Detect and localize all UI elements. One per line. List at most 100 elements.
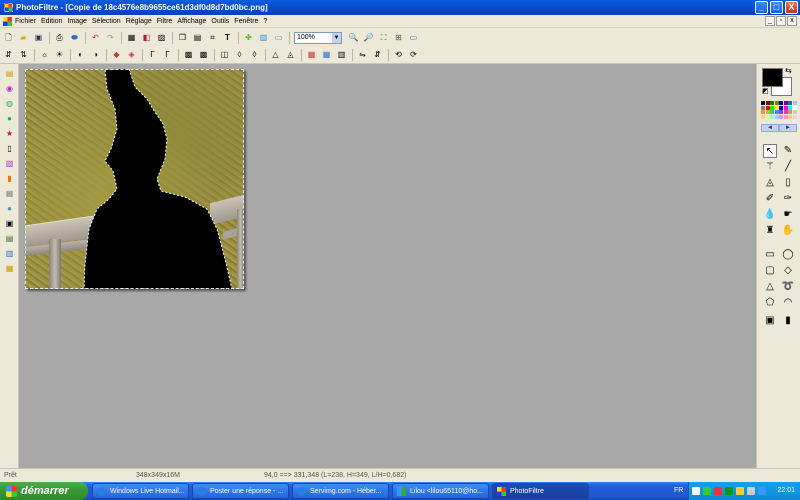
gamma-up-icon[interactable]: Γ bbox=[162, 50, 173, 61]
auto-levels-icon[interactable]: ⇵ bbox=[3, 50, 14, 61]
text-icon[interactable]: T bbox=[222, 32, 233, 43]
foreground-color-swatch[interactable] bbox=[762, 68, 783, 87]
diamond-shape-icon[interactable]: ◇ bbox=[781, 264, 795, 278]
mosaic-icon[interactable]: ▦ bbox=[4, 188, 15, 199]
doc-restore-button[interactable]: ▫ bbox=[776, 16, 786, 26]
language-indicator[interactable]: FR bbox=[674, 487, 683, 494]
menu-reglage[interactable]: Réglage bbox=[126, 18, 156, 25]
taskbar-item-poster-reponse[interactable]: Poster une réponse - ... bbox=[192, 483, 289, 499]
fit-window-icon[interactable]: ⛶ bbox=[378, 32, 389, 43]
fullscreen-icon[interactable]: ▭ bbox=[408, 32, 419, 43]
blur-drop-icon[interactable]: 💧 bbox=[763, 208, 777, 222]
rectangle-shape-icon[interactable]: ▭ bbox=[763, 248, 777, 262]
contour-icon[interactable]: ◬ bbox=[285, 50, 296, 61]
color-icon[interactable]: ▮ bbox=[4, 173, 15, 184]
palette-next-icon[interactable]: ► bbox=[779, 124, 797, 132]
minimize-button[interactable]: _ bbox=[755, 1, 768, 14]
paste-icon[interactable]: ▤ bbox=[192, 32, 203, 43]
zoom-out-icon[interactable]: 🔎 bbox=[363, 32, 374, 43]
gradient-icon[interactable]: ◉ bbox=[4, 83, 15, 94]
menu-fichier[interactable]: Fichier bbox=[15, 18, 40, 25]
filter-icon[interactable]: ✤ bbox=[243, 32, 254, 43]
tray-network-icon[interactable] bbox=[736, 487, 744, 495]
taskbar-item-servimg[interactable]: Servimg.com - Héber... bbox=[292, 483, 389, 499]
globe-icon[interactable]: ● bbox=[4, 113, 15, 124]
brightness-down-icon[interactable]: ☼ bbox=[39, 50, 50, 61]
soften-icon[interactable]: ◫ bbox=[219, 50, 230, 61]
tray-messenger-icon[interactable] bbox=[703, 487, 711, 495]
advanced-brush-icon[interactable]: ✑ bbox=[781, 192, 795, 206]
save-icon[interactable]: ▣ bbox=[33, 32, 44, 43]
tray-volume-icon[interactable] bbox=[747, 487, 755, 495]
equalize-icon[interactable]: ▥ bbox=[336, 50, 347, 61]
emboss-icon[interactable]: △ bbox=[270, 50, 281, 61]
eye-icon[interactable]: ◍ bbox=[4, 98, 15, 109]
stamp-icon[interactable]: ♜ bbox=[763, 224, 777, 238]
undo-icon[interactable]: ↶ bbox=[90, 32, 101, 43]
color-palette[interactable] bbox=[761, 101, 797, 119]
triangle-shape-icon[interactable]: △ bbox=[763, 280, 777, 294]
tray-update-icon[interactable] bbox=[758, 487, 766, 495]
taskbar-item-messenger[interactable]: Lilou <lilou65110@ho... bbox=[392, 483, 489, 499]
layers-icon[interactable]: ▥ bbox=[258, 32, 269, 43]
flip-vertical-icon[interactable]: ⇵ bbox=[372, 50, 383, 61]
chevron-down-icon[interactable]: ▼ bbox=[332, 32, 341, 43]
grayscale-icon[interactable]: ▩ bbox=[183, 50, 194, 61]
smudge-icon[interactable]: ☛ bbox=[781, 208, 795, 222]
saturation-down-icon[interactable]: ◆ bbox=[111, 50, 122, 61]
doc-close-button[interactable]: x bbox=[787, 16, 797, 26]
new-file-icon[interactable]: 🗋 bbox=[3, 32, 14, 43]
color-mode-icon[interactable]: ◧ bbox=[141, 32, 152, 43]
menu-image[interactable]: Image bbox=[67, 18, 90, 25]
menu-edition[interactable]: Edition bbox=[41, 18, 66, 25]
maximize-button[interactable]: □ bbox=[770, 1, 783, 14]
export-icon[interactable]: ▥ bbox=[4, 248, 15, 259]
selection-tool-icon[interactable]: ↖ bbox=[763, 144, 777, 158]
hand-icon[interactable]: ✋ bbox=[781, 224, 795, 238]
star-icon[interactable]: ★ bbox=[4, 128, 15, 139]
menu-outils[interactable]: Outils bbox=[211, 18, 233, 25]
menu-selection[interactable]: Sélection bbox=[92, 18, 125, 25]
lasso-icon[interactable]: ➰ bbox=[781, 280, 795, 294]
auto-contrast-icon[interactable]: ⇅ bbox=[18, 50, 29, 61]
open-file-icon[interactable]: ▰ bbox=[18, 32, 29, 43]
polygon-shape-icon[interactable]: ⬠ bbox=[763, 296, 777, 310]
grid-icon[interactable]: ▦ bbox=[126, 32, 137, 43]
sharpen-icon[interactable]: ◊ bbox=[249, 50, 260, 61]
transparency-icon[interactable]: ▨ bbox=[156, 32, 167, 43]
print-icon[interactable]: ⎙ bbox=[54, 32, 65, 43]
doc-minimize-button[interactable]: _ bbox=[765, 16, 775, 26]
palette-prev-icon[interactable]: ◄ bbox=[761, 124, 779, 132]
bezier-icon[interactable]: ◠ bbox=[781, 296, 795, 310]
copy-icon[interactable]: ❐ bbox=[177, 32, 188, 43]
page-icon[interactable]: ▯ bbox=[4, 143, 15, 154]
zoom-in-icon[interactable]: 🔍 bbox=[348, 32, 359, 43]
scan-icon[interactable]: ⬬ bbox=[69, 32, 80, 43]
rotate-right-icon[interactable]: ⟳ bbox=[408, 50, 419, 61]
actual-size-icon[interactable]: ⊞ bbox=[393, 32, 404, 43]
batch-icon[interactable]: ▦ bbox=[4, 263, 15, 274]
rgb-icon[interactable]: ▦ bbox=[306, 50, 317, 61]
color-balance-icon[interactable]: ▦ bbox=[321, 50, 332, 61]
swap-colors-icon[interactable]: ⇆ bbox=[785, 66, 792, 75]
contrast-down-icon[interactable]: ◐ bbox=[75, 50, 86, 61]
magic-wand-icon[interactable]: ⚚ bbox=[763, 160, 777, 174]
tray-chevron-icon[interactable] bbox=[692, 487, 700, 495]
menu-affichage[interactable]: Affichage bbox=[177, 18, 210, 25]
reset-colors-icon[interactable]: ◩ bbox=[762, 87, 769, 95]
gamma-down-icon[interactable]: Γ bbox=[147, 50, 158, 61]
image-icon[interactable]: ▭ bbox=[273, 32, 284, 43]
taskbar-item-hotmail[interactable]: Windows Live Hotmail... bbox=[92, 483, 189, 499]
monitor-icon[interactable]: ▤ bbox=[4, 233, 15, 244]
frame-icon[interactable]: ▣ bbox=[4, 218, 15, 229]
line-tool-icon[interactable]: ╱ bbox=[781, 160, 795, 174]
spray-icon[interactable]: ▯ bbox=[781, 176, 795, 190]
tray-antivirus-icon[interactable] bbox=[725, 487, 733, 495]
auto-shape-icon[interactable]: ▮ bbox=[781, 314, 795, 328]
texture-icon[interactable]: ▧ bbox=[4, 158, 15, 169]
menu-help[interactable]: ? bbox=[263, 18, 271, 25]
explorer-icon[interactable]: ▤ bbox=[4, 68, 15, 79]
eyedropper-icon[interactable]: ✎ bbox=[781, 144, 795, 158]
blur-icon[interactable]: ◊ bbox=[234, 50, 245, 61]
sphere-icon[interactable]: ● bbox=[4, 203, 15, 214]
